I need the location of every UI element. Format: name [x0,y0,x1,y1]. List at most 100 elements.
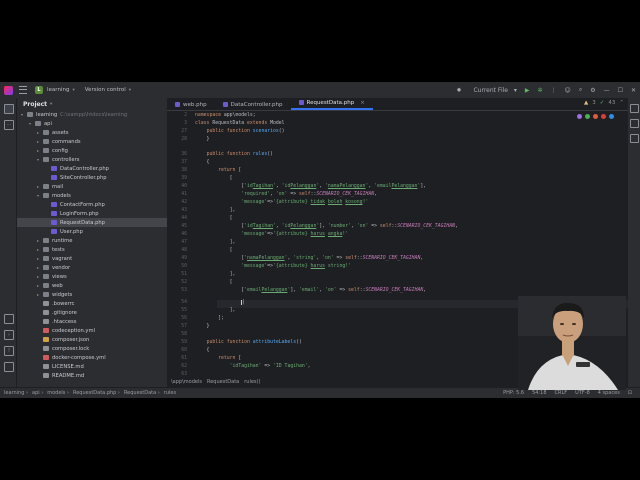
tree-folder[interactable]: ▸ vendor [17,263,167,272]
project-tool-icon[interactable] [4,104,14,114]
minimize-icon[interactable]: — [604,87,610,94]
chevron-down-icon: ▾ [72,87,75,93]
code-line: ['namaPelanggan', 'string', 'on' => self… [195,256,424,261]
lock-icon[interactable]: ⊡ [628,390,632,396]
code-line: ], [195,208,236,213]
terminal-tool-icon[interactable]: › [4,330,14,340]
indent-setting[interactable]: 4 spaces [598,390,620,396]
add-user-icon[interactable]: ☺ [565,87,571,94]
status-crumb-item[interactable]: learning › [4,390,28,396]
tree-folder[interactable]: ▸ views [17,272,167,281]
tree-file[interactable]: docker-compose.yml [17,353,167,362]
status-crumb-item[interactable]: models › [47,390,69,396]
tree-file[interactable]: composer.lock [17,344,167,353]
tree-file[interactable]: composer.json [17,335,167,344]
main-menu-icon[interactable] [19,86,27,94]
tree-item-label: vagrant [52,255,73,262]
structure-tool-icon[interactable]: ⋯ [4,120,14,130]
tree-item-label: User.php [60,228,83,235]
line-number: 39 [181,176,187,181]
code-line: { [195,348,210,353]
tree-folder[interactable]: ▸ mail [17,182,167,191]
edge-icon[interactable] [609,114,614,119]
tree-folder[interactable]: ▸ assets [17,128,167,137]
breadcrumb-item[interactable]: rules() [244,379,260,385]
vcs-selector[interactable]: Version control ▾ [85,87,131,93]
tree-folder[interactable]: ▸ vagrant [17,254,167,263]
tree-file[interactable]: RequestData.php [17,218,167,227]
problems-tool-icon[interactable]: ! [4,346,14,356]
status-crumb-item[interactable]: api › [32,390,43,396]
tree-folder[interactable]: ▸ tests [17,245,167,254]
php-version[interactable]: PHP: 5.6 [503,390,524,396]
tree-file[interactable]: .htaccess [17,317,167,326]
tree-folder[interactable]: ▾ models [17,191,167,200]
line-number: 45 [181,224,187,229]
inspection-widget[interactable]: ▲ 3 ✓ 43 ⌃ [584,100,624,106]
line-separator[interactable]: CRLF [555,390,568,396]
tree-folder[interactable]: ▸ commands [17,137,167,146]
editor-tab[interactable]: RequestData.php × [290,97,373,110]
project-panel-title[interactable]: Project ▾ [17,98,167,110]
vcs-label: Version control [84,87,126,93]
right-tool-strip [628,98,640,388]
tree-item-label: widgets [52,291,73,298]
folder-file-icon [43,148,49,153]
opera-icon[interactable] [601,114,606,119]
status-crumb-item[interactable]: rules [164,390,176,396]
git-tool-icon[interactable] [4,362,14,372]
line-number: 38 [181,168,187,173]
tree-folder[interactable]: ▾ learning C:\xampp\htdocs\learning [17,110,167,119]
tree-file[interactable]: SiteController.php [17,173,167,182]
debug-icon[interactable]: ✲ [538,87,543,94]
line-number: 61 [181,356,187,361]
tree-folder[interactable]: ▾ api [17,119,167,128]
php-file-icon [222,102,228,107]
tree-folder[interactable]: ▸ config [17,146,167,155]
run-icon[interactable]: ▶ [525,87,530,94]
tree-file[interactable]: LoginForm.php [17,209,167,218]
breadcrumb-item[interactable]: \app\models [171,379,202,385]
chevron-up-icon[interactable]: ⌃ [619,100,624,106]
close-icon[interactable]: ✕ [631,87,636,94]
tree-item-label: config [52,147,68,154]
line-number: 51 [181,272,187,277]
tree-file[interactable]: User.php [17,227,167,236]
debug-bug-icon[interactable]: ✹ [456,87,461,94]
phpstorm-preview-icon[interactable] [577,114,582,119]
close-tab-icon[interactable]: × [360,100,365,106]
more-actions-icon[interactable]: ⋮ [551,87,557,94]
ai-assistant-icon[interactable] [630,134,639,143]
search-icon[interactable]: ⌕ [579,86,582,94]
tree-folder[interactable]: ▾ controllers [17,155,167,164]
line-number: 54 [181,300,187,305]
file-encoding[interactable]: UTF-8 [575,390,590,396]
services-tool-icon[interactable] [4,314,14,324]
database-icon[interactable] [630,119,639,128]
firefox-icon[interactable] [593,114,598,119]
settings-icon[interactable]: ⚙ [590,87,595,94]
status-crumb-item[interactable]: RequestData.php › [73,390,120,396]
run-config-selector[interactable]: Current File ▾ [469,87,516,94]
tree-file[interactable]: DataController.php [17,164,167,173]
status-crumb-item[interactable]: RequestData › [124,390,160,396]
tree-folder[interactable]: ▸ widgets [17,290,167,299]
tree-file[interactable]: .bowerrc [17,299,167,308]
editor-tab[interactable]: DataController.php [215,99,291,110]
notifications-icon[interactable] [630,104,639,113]
chrome-icon[interactable] [585,114,590,119]
tree-file[interactable]: .gitignore [17,308,167,317]
tree-file[interactable]: codeception.yml [17,326,167,335]
tree-file[interactable]: README.md [17,371,167,380]
line-number: 42 [181,200,187,205]
tree-folder[interactable]: ▸ web [17,281,167,290]
breadcrumb-item[interactable]: RequestData [207,379,239,385]
folder-file-icon [43,139,49,144]
editor-tab[interactable]: web.php [167,99,215,110]
tree-file[interactable]: ContactForm.php [17,200,167,209]
tree-folder[interactable]: ▸ runtime [17,236,167,245]
cursor-position[interactable]: 54:18 [532,390,546,396]
project-selector[interactable]: L learning ▾ [35,86,75,94]
maximize-icon[interactable]: ☐ [618,87,623,94]
tree-file[interactable]: LICENSE.md [17,362,167,371]
